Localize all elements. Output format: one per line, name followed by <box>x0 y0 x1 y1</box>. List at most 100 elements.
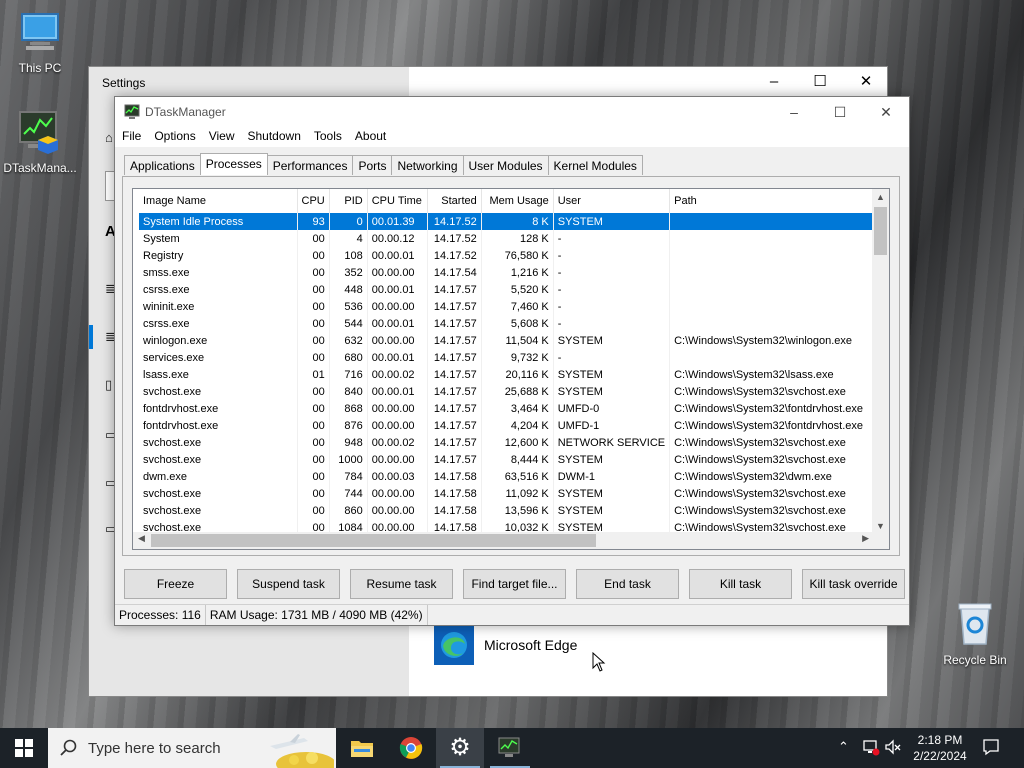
gear-icon: ⚙ <box>449 734 471 761</box>
menu-file[interactable]: File <box>122 127 148 147</box>
tab-performances[interactable]: Performances <box>266 155 354 175</box>
cell-image-name: System <box>139 230 298 247</box>
menu-options[interactable]: Options <box>154 127 202 147</box>
cell-pid: 544 <box>329 315 368 332</box>
scroll-right-icon[interactable]: ▶ <box>862 533 869 544</box>
taskbar-settings[interactable]: ⚙ <box>436 728 484 768</box>
dtask-titlebar[interactable]: DTaskManager – ☐ ✕ <box>115 97 909 127</box>
resume-task-button[interactable]: Resume task <box>350 569 453 599</box>
table-row[interactable]: svchost.exe 00 948 00.00.02 14.17.57 12,600 K… <box>139 434 887 451</box>
column-header-path[interactable]: Path <box>669 189 887 213</box>
table-row[interactable]: lsass.exe 01 716 00.00.02 14.17.57 20,116 K SY… <box>139 366 887 383</box>
dtaskmanager-window[interactable]: DTaskManager – ☐ ✕ File Options View Shu… <box>114 96 910 626</box>
settings-maximize-button[interactable]: ☐ <box>797 67 843 97</box>
kill-task-button[interactable]: Kill task <box>689 569 792 599</box>
taskbar-file-explorer[interactable] <box>338 728 386 768</box>
menu-about[interactable]: About <box>355 127 393 147</box>
column-header-mem-usage[interactable]: Mem Usage <box>481 189 554 213</box>
table-row[interactable]: csrss.exe 00 448 00.00.01 14.17.57 5,520 K- <box>139 281 887 298</box>
table-row[interactable]: wininit.exe 00 536 00.00.00 14.17.57 7,460 K- <box>139 298 887 315</box>
search-icon <box>60 739 77 756</box>
column-header-image-name[interactable]: Image Name <box>139 189 298 213</box>
dtask-minimize-button[interactable]: – <box>771 97 817 127</box>
horizontal-scroll-thumb[interactable] <box>151 534 596 547</box>
desktop-icon-this-pc[interactable]: This PC <box>0 10 80 75</box>
find-target-file-button[interactable]: Find target file... <box>463 569 566 599</box>
kill-task-override-button[interactable]: Kill task override <box>802 569 905 599</box>
volume-muted-icon[interactable] <box>884 738 902 759</box>
column-header-pid[interactable]: PID <box>329 189 368 213</box>
offline-maps-icon[interactable]: ▯ <box>105 377 112 393</box>
cell-image-name: smss.exe <box>139 264 298 281</box>
table-row[interactable]: services.exe 00 680 00.00.01 14.17.57 9,732 K… <box>139 349 887 366</box>
dtask-maximize-button[interactable]: ☐ <box>817 97 863 127</box>
suspend-task-button[interactable]: Suspend task <box>237 569 340 599</box>
cell-mem-usage: 63,516 K <box>481 468 554 485</box>
table-row[interactable]: smss.exe 00 352 00.00.00 14.17.54 1,216 K- <box>139 264 887 281</box>
tab-applications[interactable]: Applications <box>124 155 201 175</box>
table-row[interactable]: dwm.exe 00 784 00.00.03 14.17.58 63,516 K DWM-… <box>139 468 887 485</box>
table-row[interactable]: Registry 00 108 00.00.01 14.17.52 76,580 K- <box>139 247 887 264</box>
cell-cpu: 01 <box>297 366 330 383</box>
dtask-close-button[interactable]: ✕ <box>863 97 909 127</box>
tab-user-modules[interactable]: User Modules <box>462 155 549 175</box>
desktop-icon-recycle-bin[interactable]: Recycle Bin <box>935 600 1015 667</box>
dtask-tabs: Applications Processes Performances Port… <box>124 153 643 175</box>
recycle-bin-icon <box>935 600 1015 649</box>
folder-icon <box>351 741 373 757</box>
horizontal-scrollbar[interactable]: ◀ ▶ <box>133 532 874 549</box>
home-icon[interactable]: ⌂ <box>105 130 113 145</box>
scroll-down-icon[interactable]: ▼ <box>872 521 889 531</box>
cell-started: 14.17.57 <box>427 383 482 400</box>
menu-tools[interactable]: Tools <box>314 127 349 147</box>
tab-networking[interactable]: Networking <box>391 155 464 175</box>
vertical-scroll-thumb[interactable] <box>874 207 887 255</box>
status-bar: Processes: 116 RAM Usage: 1731 MB / 4090… <box>115 604 909 625</box>
cell-cpu: 00 <box>297 247 330 264</box>
tab-kernel-modules[interactable]: Kernel Modules <box>547 155 643 175</box>
column-header-cpu[interactable]: CPU <box>297 189 330 213</box>
settings-minimize-button[interactable]: – <box>751 67 797 97</box>
taskbar-clock[interactable]: 2:18 PM 2/22/2024 <box>908 732 972 764</box>
table-row[interactable]: System Idle Process 93 0 00.01.39 14.17.52 8 … <box>139 213 887 230</box>
table-row[interactable]: fontdrvhost.exe 00 876 00.00.00 14.17.57 4,20… <box>139 417 887 434</box>
menu-view[interactable]: View <box>209 127 242 147</box>
cell-started: 14.17.57 <box>427 332 482 349</box>
column-header-started[interactable]: Started <box>427 189 482 213</box>
cell-cpu: 00 <box>297 349 330 366</box>
cell-pid: 744 <box>329 485 368 502</box>
table-row[interactable]: System 00 4 00.00.12 14.17.52 128 K- <box>139 230 887 247</box>
vertical-scrollbar[interactable]: ▲ ▼ <box>872 189 889 534</box>
table-row[interactable]: svchost.exe 00 860 00.00.00 14.17.58 13,596 K… <box>139 502 887 519</box>
cell-started: 14.17.57 <box>427 434 482 451</box>
column-header-user[interactable]: User <box>553 189 671 213</box>
settings-close-button[interactable]: ✕ <box>843 67 889 97</box>
tray-chevron-up-icon[interactable]: ⌃ <box>838 739 849 755</box>
table-row[interactable]: svchost.exe 00 744 00.00.00 14.17.58 11,092 K… <box>139 485 887 502</box>
menu-shutdown[interactable]: Shutdown <box>248 127 308 147</box>
tab-ports[interactable]: Ports <box>352 155 393 175</box>
desktop-icon-dtaskmanager[interactable]: DTaskMana... <box>0 110 80 175</box>
freeze-button[interactable]: Freeze <box>124 569 227 599</box>
scroll-up-icon[interactable]: ▲ <box>872 192 889 202</box>
column-header-cpu-time[interactable]: CPU Time <box>367 189 428 213</box>
table-row[interactable]: winlogon.exe 00 632 00.00.00 14.17.57 11,504 … <box>139 332 887 349</box>
taskbar-search-box[interactable]: Type here to search <box>48 728 336 768</box>
cell-path: C:\Windows\System32\fontdrvhost.exe <box>669 400 887 417</box>
notification-center-icon[interactable] <box>982 738 1000 759</box>
scroll-left-icon[interactable]: ◀ <box>138 533 145 544</box>
table-row[interactable]: svchost.exe 00 840 00.00.01 14.17.57 25,688 K… <box>139 383 887 400</box>
table-row[interactable]: fontdrvhost.exe 00 868 00.00.00 14.17.57 3,46… <box>139 400 887 417</box>
taskbar-dtaskmanager[interactable] <box>486 728 534 768</box>
process-list[interactable]: Image Name CPU PID CPU Time Started Mem … <box>132 188 890 550</box>
microsoft-edge-app-item[interactable]: Microsoft Edge <box>434 625 577 665</box>
start-button[interactable] <box>0 728 48 768</box>
clock-date: 2/22/2024 <box>913 749 967 763</box>
taskbar-chrome[interactable] <box>387 728 435 768</box>
table-row[interactable]: svchost.exe 00 1000 00.00.00 14.17.57 8,444 K… <box>139 451 887 468</box>
cell-pid: 0 <box>329 213 368 230</box>
tab-processes[interactable]: Processes <box>199 153 268 175</box>
network-icon[interactable] <box>862 738 880 759</box>
end-task-button[interactable]: End task <box>576 569 679 599</box>
table-row[interactable]: csrss.exe 00 544 00.00.01 14.17.57 5,608 K- <box>139 315 887 332</box>
